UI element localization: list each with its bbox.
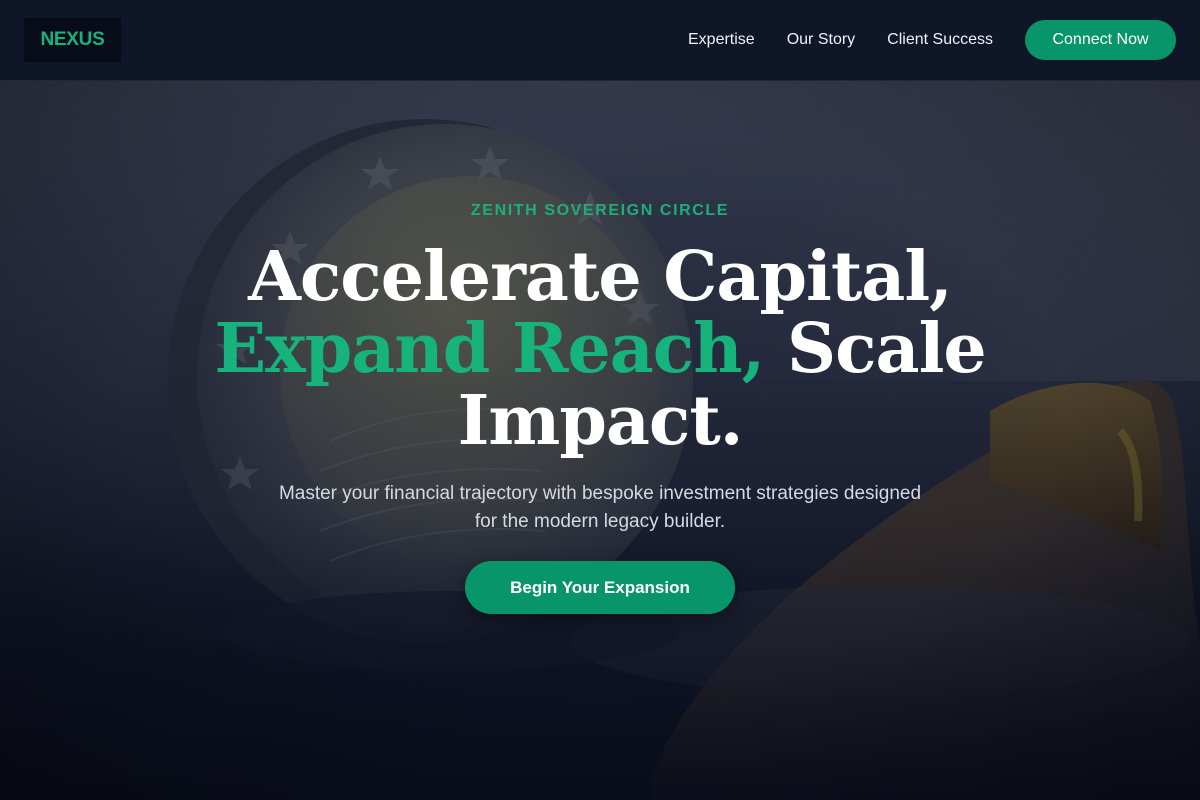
brand-logo[interactable]: NEXUS [24, 18, 121, 62]
begin-expansion-button[interactable]: Begin Your Expansion [465, 561, 735, 614]
connect-now-button[interactable]: Connect Now [1025, 20, 1176, 60]
hero-subtext: Master your financial trajectory with be… [278, 483, 922, 532]
brand-logo-text: NEXUS [40, 29, 105, 50]
hero-headline: Accelerate Capital, Expand Reach, Scale … [0, 241, 1200, 457]
headline-rest: Scale [764, 309, 987, 389]
headline-accent: Expand Reach, [214, 309, 765, 389]
hero-eyebrow: ZENITH SOVEREIGN CIRCLE [470, 202, 730, 219]
begin-expansion-label: Begin Your Expansion [510, 577, 690, 597]
connect-now-label: Connect Now [1052, 31, 1149, 48]
hero-content: ZENITH SOVEREIGN CIRCLE Accelerate Capit… [0, 81, 1200, 800]
headline-line-1: Accelerate Capital, [248, 237, 953, 317]
hero-section: ZENITH SOVEREIGN CIRCLE Accelerate Capit… [0, 81, 1200, 800]
nav-link-client-success[interactable]: Client Success [887, 31, 993, 49]
headline-line-3: Impact. [457, 381, 744, 461]
nav-link-expertise[interactable]: Expertise [688, 31, 755, 49]
nav-link-our-story[interactable]: Our Story [787, 31, 855, 49]
nav-menu: Expertise Our Story Client Success Conne… [688, 20, 1176, 60]
top-navbar: NEXUS Expertise Our Story Client Success… [0, 0, 1200, 81]
